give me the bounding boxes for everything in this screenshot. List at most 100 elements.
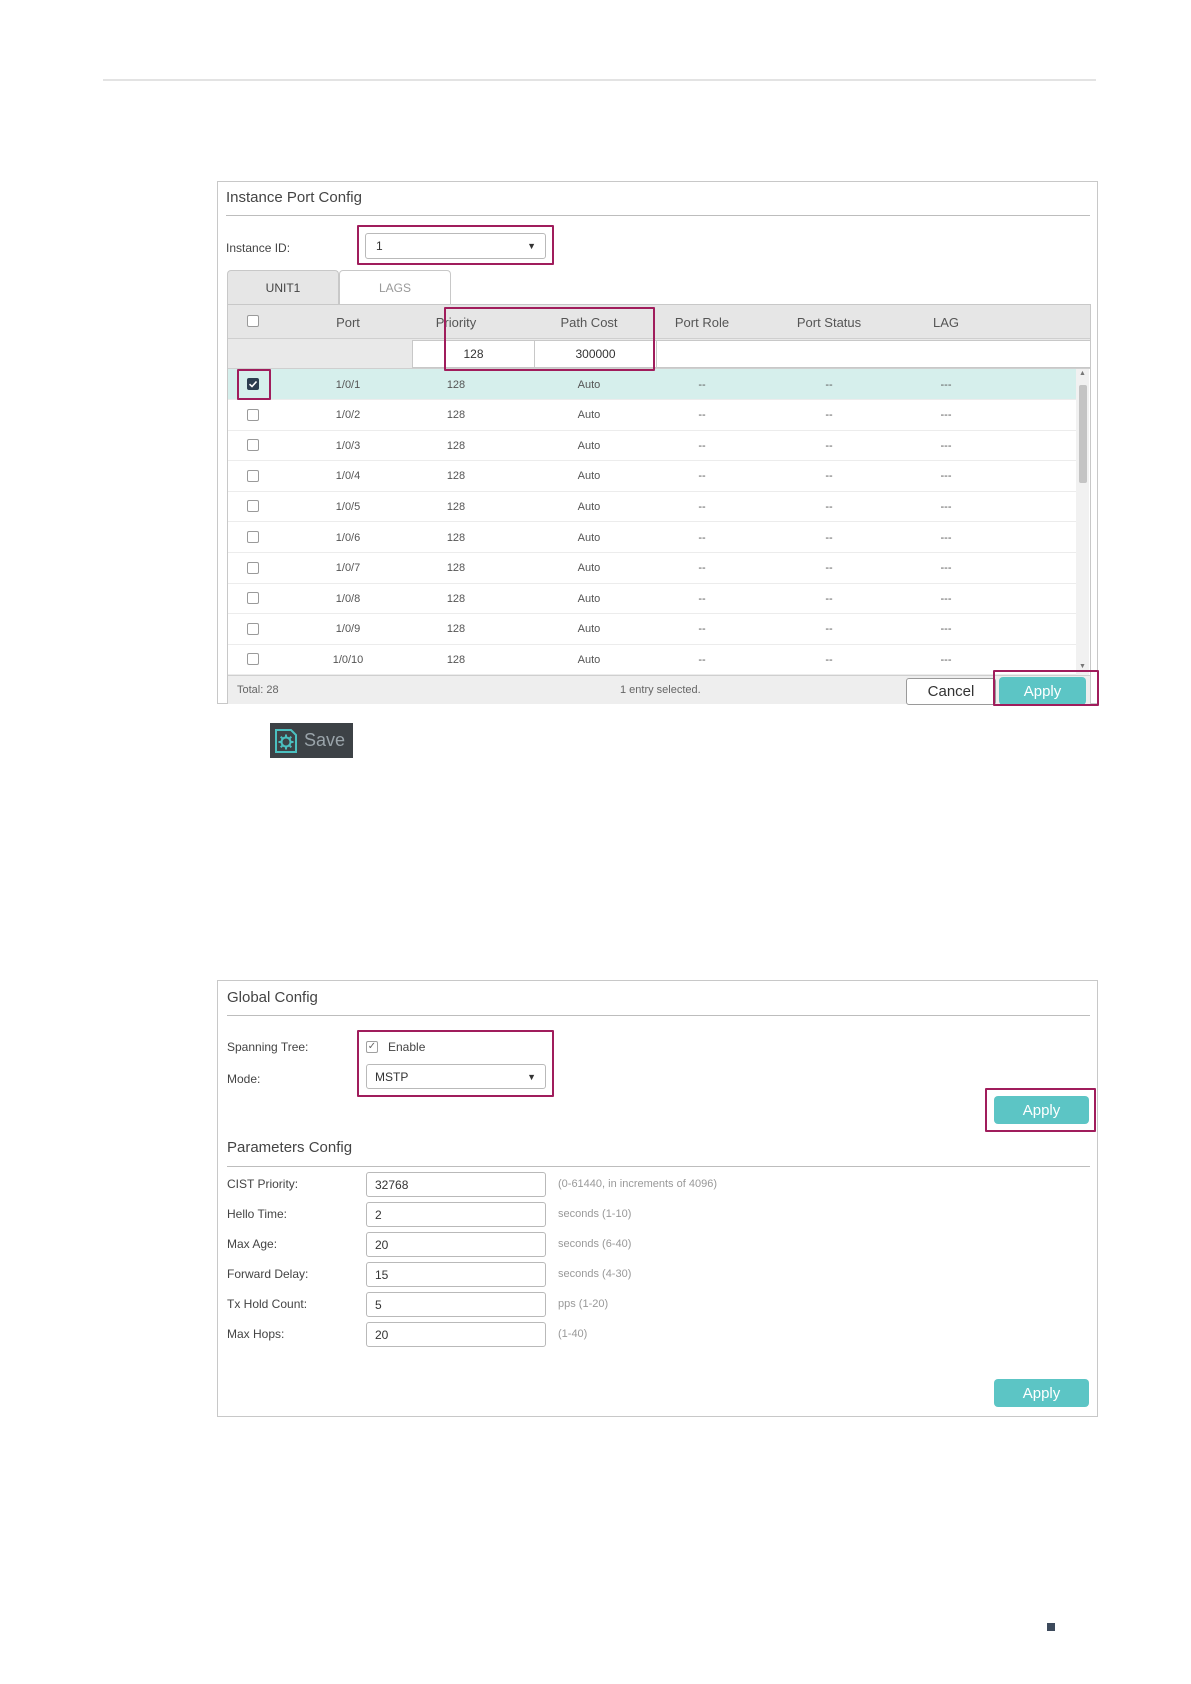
param-input[interactable]: 20 [366,1322,546,1347]
instance-id-select[interactable]: 1 ▼ [365,233,546,259]
chevron-down-icon: ▼ [527,241,536,251]
cell-lag: --- [940,409,952,422]
cell-path-cost: Auto [577,500,601,513]
cell-port: 1/0/4 [335,470,361,483]
cell-priority: 128 [446,653,466,666]
table-row[interactable]: 1/0/9 128 Auto -- -- --- [228,614,1076,645]
instance-id-label: Instance ID: [226,241,291,255]
cell-priority: 128 [446,470,466,483]
cancel-button[interactable]: Cancel [906,678,996,705]
cell-priority: 128 [446,378,466,391]
col-port-role: Port Role [674,314,730,330]
col-path-cost: Path Cost [560,314,618,330]
param-input[interactable]: 32768 [366,1172,546,1197]
table-row[interactable]: 1/0/10 128 Auto -- -- --- [228,644,1076,676]
param-input[interactable]: 2 [366,1202,546,1227]
path-cost-batch-input[interactable]: 300000 [534,340,657,368]
row-checkbox[interactable] [247,653,259,666]
cell-port-role: -- [698,500,706,513]
enable-checkbox[interactable]: ✓ [366,1041,378,1053]
scroll-down-icon[interactable]: ▼ [1076,663,1089,670]
cell-path-cost: Auto [577,409,601,422]
row-checkbox[interactable] [247,500,259,513]
row-checkbox[interactable] [247,439,259,452]
cell-port: 1/0/2 [335,409,361,422]
mode-select[interactable]: MSTP ▼ [366,1064,546,1089]
title-rule [227,1166,1090,1167]
param-input[interactable]: 5 [366,1292,546,1317]
selection-status: 1 entry selected. [620,684,701,696]
cell-port-role: -- [698,409,706,422]
param-input[interactable]: 20 [366,1232,546,1257]
cell-port-role: -- [698,531,706,544]
table-row[interactable]: 1/0/3 128 Auto -- -- --- [228,430,1076,462]
cell-lag: --- [940,623,952,636]
batch-edit-blank [656,340,1090,368]
cell-priority: 128 [446,531,466,544]
table-row[interactable]: 1/0/7 128 Auto -- -- --- [228,553,1076,584]
tab-lags[interactable]: LAGS [339,270,451,304]
row-checkbox[interactable] [247,469,259,482]
cell-priority: 128 [446,623,466,636]
param-label: Max Hops: [227,1327,285,1341]
param-label: CIST Priority: [227,1177,299,1191]
cell-path-cost: Auto [577,562,601,575]
scroll-thumb[interactable] [1079,385,1087,483]
cell-port-role: -- [698,439,706,452]
col-port: Port [336,314,360,330]
table-row[interactable]: 1/0/1 128 Auto -- -- --- [228,369,1076,400]
param-hint: (1-40) [558,1328,588,1340]
row-checkbox[interactable] [247,408,259,421]
cell-port-status: -- [825,531,833,544]
table-apply-button[interactable]: Apply [999,677,1086,705]
table-row[interactable]: 1/0/6 128 Auto -- -- --- [228,522,1076,553]
cell-path-cost: Auto [577,439,601,452]
cell-priority: 128 [446,562,466,575]
cell-port: 1/0/8 [335,592,361,605]
row-checkbox[interactable] [247,592,259,605]
table-row[interactable]: 1/0/2 128 Auto -- -- --- [228,400,1076,431]
cell-lag: --- [940,500,952,513]
tab-unit1[interactable]: UNIT1 [227,270,339,304]
global-apply-button[interactable]: Apply [994,1096,1089,1124]
priority-batch-input[interactable]: 128 [412,340,535,368]
select-all-checkbox[interactable] [247,315,259,327]
parameters-apply-button[interactable]: Apply [994,1379,1089,1407]
cell-port-status: -- [825,439,833,452]
param-label: Hello Time: [227,1207,288,1221]
param-label: Forward Delay: [227,1267,309,1281]
parameters-config-title: Parameters Config [227,1139,353,1156]
cell-port-status: -- [825,470,833,483]
param-hint: seconds (6-40) [558,1238,632,1250]
param-input[interactable]: 15 [366,1262,546,1287]
cell-port-status: -- [825,409,833,422]
cell-path-cost: Auto [577,623,601,636]
cell-port-status: -- [825,500,833,513]
param-hint: pps (1-20) [558,1298,609,1310]
table-header: Port Priority Path Cost Port Role Port S… [228,305,1090,339]
row-checkbox[interactable] [247,531,259,543]
global-config-title: Global Config [227,989,318,1006]
row-checkbox[interactable] [247,378,259,390]
table-row[interactable]: 1/0/8 128 Auto -- -- --- [228,583,1076,615]
table-scrollbar[interactable]: ▲ ▼ [1076,369,1089,675]
col-priority: Priority [435,314,477,330]
table-row[interactable]: 1/0/5 128 Auto -- -- --- [228,491,1076,523]
save-label: Save [304,730,346,750]
spanning-tree-label: Spanning Tree: [227,1040,309,1054]
cell-lag: --- [940,592,952,605]
batch-edit-row: 128 300000 [228,339,1090,369]
cell-lag: --- [940,378,952,391]
row-checkbox[interactable] [247,622,259,635]
cell-port: 1/0/1 [335,378,361,391]
page-mark [1047,1623,1055,1631]
cell-port-role: -- [698,623,706,636]
title-rule [227,1015,1090,1016]
cell-port-status: -- [825,653,833,666]
cell-port-status: -- [825,378,833,391]
row-checkbox[interactable] [247,561,259,574]
save-button[interactable]: Save [270,723,353,758]
cell-path-cost: Auto [577,592,601,605]
scroll-up-icon[interactable]: ▲ [1076,370,1089,377]
table-row[interactable]: 1/0/4 128 Auto -- -- --- [228,461,1076,492]
